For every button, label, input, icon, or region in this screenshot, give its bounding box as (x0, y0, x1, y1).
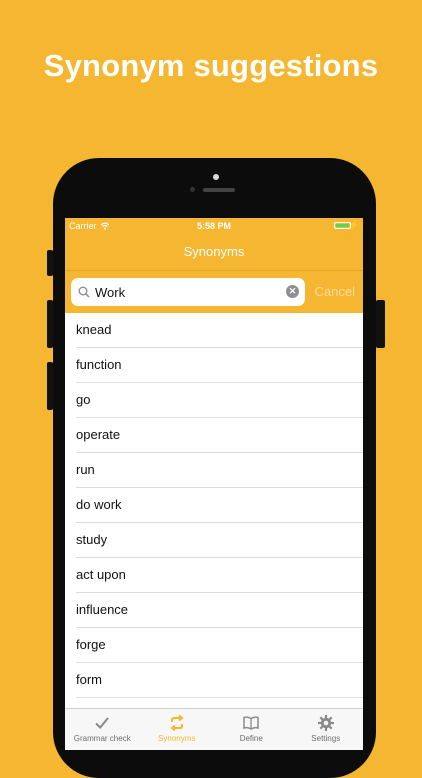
clear-search-icon[interactable]: ✕ (286, 285, 299, 298)
checkmark-icon (95, 717, 110, 729)
book-icon (243, 716, 259, 730)
list-item[interactable]: forge (65, 628, 363, 663)
gear-icon (317, 715, 334, 731)
tab-label: Settings (311, 734, 341, 743)
search-bar: ✕ Cancel (65, 270, 363, 313)
status-bar: Carrier 5:58 PM ⚡ (65, 218, 363, 234)
list-item[interactable]: study (65, 523, 363, 558)
volume-up-button (47, 300, 53, 348)
list-item[interactable]: influence (65, 593, 363, 628)
list-item[interactable]: do work (65, 488, 363, 523)
nav-title: Synonyms (65, 234, 363, 270)
list-item[interactable]: form (65, 663, 363, 698)
list-item[interactable]: knead (65, 313, 363, 348)
proximity-sensor (190, 187, 195, 192)
tab-grammar-check[interactable]: Grammar check (65, 709, 140, 750)
synonym-list: knead function go operate run do work st… (65, 313, 363, 698)
app-screen: Carrier 5:58 PM ⚡ Synonyms ✕ Cancel knea… (65, 218, 363, 750)
repeat-icon (170, 714, 184, 732)
search-field[interactable]: ✕ (71, 278, 305, 306)
tab-label: Define (239, 734, 263, 743)
marketing-headline: Synonym suggestions (43, 48, 379, 83)
power-button (376, 300, 385, 348)
list-item[interactable]: run (65, 453, 363, 488)
tab-bar: Grammar check Synonyms Define Settings (65, 708, 363, 750)
volume-down-button (47, 362, 53, 410)
mute-switch (47, 250, 53, 276)
charging-icon: ⚡ (348, 220, 360, 230)
list-item[interactable]: act upon (65, 558, 363, 593)
tab-settings[interactable]: Settings (289, 709, 364, 750)
front-camera (213, 174, 219, 180)
tab-define[interactable]: Define (214, 709, 289, 750)
earpiece-speaker (203, 188, 235, 192)
tab-synonyms[interactable]: Synonyms (140, 709, 215, 750)
tab-label: Synonyms (158, 734, 196, 743)
status-time: 5:58 PM (196, 221, 231, 231)
cancel-button[interactable]: Cancel (315, 284, 355, 299)
list-item[interactable]: go (65, 383, 363, 418)
list-item[interactable]: operate (65, 418, 363, 453)
search-icon (78, 286, 90, 298)
tab-label: Grammar check (73, 734, 131, 743)
search-input[interactable] (95, 284, 275, 300)
list-item[interactable]: function (65, 348, 363, 383)
